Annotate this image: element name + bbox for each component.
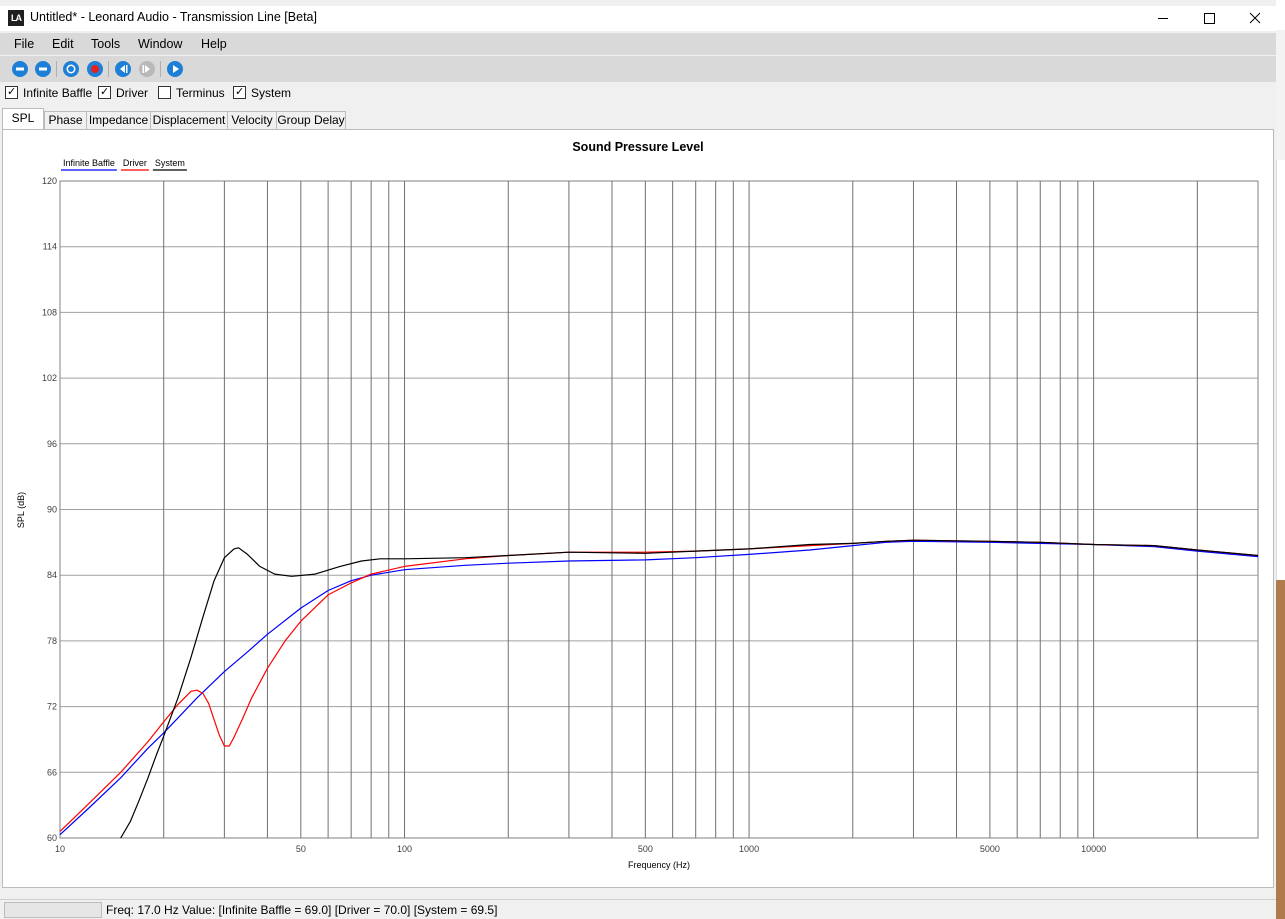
y-tick-label: 108 <box>42 307 57 317</box>
app-logo-icon: LA <box>8 10 24 26</box>
open-button[interactable] <box>34 60 52 78</box>
tab-group-delay[interactable]: Group Delay <box>276 111 346 130</box>
record-stop-icon <box>63 61 79 77</box>
tab-phase[interactable]: Phase <box>44 111 87 130</box>
y-axis-label: SPL (dB) <box>16 492 26 528</box>
y-tick-label: 84 <box>47 570 57 580</box>
tab-velocity[interactable]: Velocity <box>227 111 277 130</box>
checkmark-icon: ✓ <box>100 86 110 98</box>
chart-legend: Infinite Baffle Driver System <box>61 158 187 171</box>
checkbox-box[interactable]: ✓ <box>5 86 18 99</box>
title-bar: LA Untitled* - Leonard Audio - Transmiss… <box>0 6 1276 31</box>
checkbox-box[interactable]: ✓ <box>98 86 111 99</box>
legend-entry: System <box>155 158 185 168</box>
toolbar <box>0 56 1276 82</box>
x-tick-label: 5000 <box>980 844 1000 854</box>
record-button[interactable] <box>86 60 104 78</box>
step-forward-icon <box>139 61 155 77</box>
background-strip <box>1276 580 1285 919</box>
tab-impedance[interactable]: Impedance <box>86 111 151 130</box>
x-tick-label: 10000 <box>1081 844 1106 854</box>
y-tick-label: 72 <box>47 702 57 712</box>
new-icon <box>12 61 28 77</box>
close-icon <box>1249 12 1261 24</box>
app-window: LA Untitled* - Leonard Audio - Transmiss… <box>0 0 1276 919</box>
y-tick-label: 114 <box>43 242 57 252</box>
tab-strip: SPL Phase Impedance Displacement Velocit… <box>0 108 1276 130</box>
checkbox-label: Terminus <box>176 86 225 100</box>
y-tick-label: 102 <box>42 373 57 383</box>
y-tick-label: 120 <box>42 176 57 186</box>
window-title: Untitled* - Leonard Audio - Transmission… <box>30 10 317 24</box>
checkmark-icon: ✓ <box>235 86 245 98</box>
background-window-edge <box>1276 0 1285 919</box>
spl-chart[interactable]: Sound Pressure Level Infinite Baffle Driv… <box>3 130 1273 887</box>
tab-spl[interactable]: SPL <box>2 108 44 130</box>
chart-ticks: 60 66 72 78 84 90 96 102 108 114 120 10 50 100 500 1000… <box>42 176 1106 854</box>
toolbar-separator <box>160 61 161 77</box>
checkbox-label: System <box>251 86 292 100</box>
play-icon <box>167 61 183 77</box>
legend-entry: Infinite Baffle <box>63 158 115 168</box>
checkbox-box[interactable] <box>158 86 171 99</box>
close-button[interactable] <box>1232 6 1276 31</box>
y-tick-label: 96 <box>47 439 57 449</box>
menu-tools[interactable]: Tools <box>91 37 120 51</box>
chart-title: Sound Pressure Level <box>572 140 703 154</box>
series-line-system <box>120 539 1259 839</box>
menu-edit[interactable]: Edit <box>52 37 74 51</box>
menu-bar: File Edit Tools Window Help <box>0 33 1276 55</box>
background-strip <box>1276 160 1285 580</box>
checkbox-label: Infinite Baffle <box>23 86 93 100</box>
maximize-icon <box>1204 13 1215 24</box>
x-tick-label: 500 <box>638 844 653 854</box>
checkbox-box[interactable]: ✓ <box>233 86 246 99</box>
x-tick-label: 50 <box>296 844 306 854</box>
menu-file[interactable]: File <box>14 37 34 51</box>
status-bar: Freq: 17.0 Hz Value: [Infinite Baffle = … <box>0 899 1276 919</box>
y-tick-label: 78 <box>47 636 57 646</box>
x-axis-label: Frequency (Hz) <box>628 860 690 870</box>
background-strip <box>1276 30 1285 160</box>
checkbox-label: Driver <box>116 86 148 100</box>
legend-entry: Driver <box>123 158 147 168</box>
x-tick-label: 10 <box>55 844 65 854</box>
step-forward-button[interactable] <box>138 60 156 78</box>
y-tick-label: 60 <box>47 833 57 843</box>
status-readout: Freq: 17.0 Hz Value: [Infinite Baffle = … <box>106 903 498 917</box>
x-tick-label: 1000 <box>739 844 759 854</box>
maximize-button[interactable] <box>1186 6 1232 31</box>
step-back-button[interactable] <box>114 60 132 78</box>
stop-button[interactable] <box>62 60 80 78</box>
record-icon <box>87 61 103 77</box>
status-progress <box>4 902 102 918</box>
play-button[interactable] <box>166 60 184 78</box>
minimize-icon <box>1158 18 1168 19</box>
step-back-icon <box>115 61 131 77</box>
series-toggles: ✓ Infinite Baffle ✓ Driver Terminus ✓ Sy… <box>0 84 1276 104</box>
toolbar-separator <box>108 61 109 77</box>
y-tick-label: 66 <box>47 767 57 777</box>
menu-window[interactable]: Window <box>138 37 182 51</box>
menu-help[interactable]: Help <box>201 37 227 51</box>
checkmark-icon: ✓ <box>7 86 17 98</box>
tab-displacement[interactable]: Displacement <box>150 111 228 130</box>
minimize-button[interactable] <box>1140 6 1186 31</box>
open-icon <box>35 61 51 77</box>
x-tick-label: 100 <box>397 844 412 854</box>
toolbar-separator <box>56 61 57 77</box>
new-button[interactable] <box>11 60 29 78</box>
chart-grid <box>60 180 1258 839</box>
chart-panel: Sound Pressure Level Infinite Baffle Driv… <box>2 129 1274 888</box>
y-tick-label: 90 <box>47 505 57 515</box>
background-strip <box>1276 0 1285 30</box>
